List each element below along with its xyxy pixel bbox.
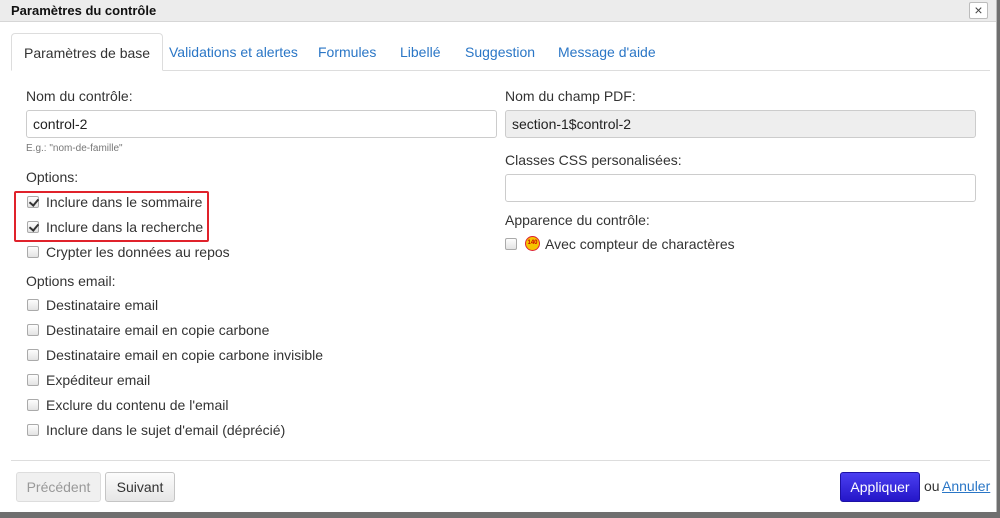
email-cc-label: Destinataire email en copie carbone bbox=[46, 322, 270, 338]
email-sender-checkbox[interactable] bbox=[27, 374, 39, 386]
tab-label[interactable]: Libellé bbox=[400, 33, 440, 71]
include-search-checkbox[interactable] bbox=[27, 221, 39, 233]
exclude-email-checkbox[interactable] bbox=[27, 399, 39, 411]
pdf-field-input: section-1$control-2 bbox=[505, 110, 976, 138]
tab-formulas[interactable]: Formules bbox=[318, 33, 376, 71]
control-settings-dialog: Paramètres du contrôle × Paramètres de b… bbox=[0, 0, 997, 512]
apply-button[interactable]: Appliquer bbox=[840, 472, 920, 502]
previous-button[interactable]: Précédent bbox=[16, 472, 101, 502]
page-bottom-bar bbox=[0, 512, 1000, 518]
email-options-label: Options email: bbox=[26, 273, 116, 289]
css-classes-label: Classes CSS personalisées: bbox=[505, 152, 682, 168]
email-subject-checkbox[interactable] bbox=[27, 424, 39, 436]
appearance-label: Apparence du contrôle: bbox=[505, 212, 650, 228]
cancel-link[interactable]: Annuler bbox=[942, 478, 990, 494]
email-recipient-checkbox[interactable] bbox=[27, 299, 39, 311]
tab-suggestion[interactable]: Suggestion bbox=[465, 33, 535, 71]
email-sender-label: Expéditeur email bbox=[46, 372, 151, 388]
include-search-label: Inclure dans la recherche bbox=[46, 219, 204, 235]
email-bcc-checkbox[interactable] bbox=[27, 349, 39, 361]
character-counter-checkbox[interactable] bbox=[505, 238, 517, 250]
email-cc-checkbox[interactable] bbox=[27, 324, 39, 336]
encrypt-data-label: Crypter les données au repos bbox=[46, 244, 230, 260]
or-text: ou bbox=[924, 478, 940, 494]
include-summary-label: Inclure dans le sommaire bbox=[46, 194, 203, 210]
email-bcc-label: Destinataire email en copie carbone invi… bbox=[46, 347, 324, 363]
character-counter-icon: 140 bbox=[525, 236, 540, 251]
character-counter-label: Avec compteur de charactères bbox=[545, 236, 735, 252]
css-classes-input[interactable] bbox=[505, 174, 976, 202]
exclude-email-label: Exclure du contenu de l'email bbox=[46, 397, 229, 413]
tab-help-message[interactable]: Message d'aide bbox=[558, 33, 656, 71]
options-label: Options: bbox=[26, 169, 79, 185]
close-icon: × bbox=[974, 2, 983, 18]
dialog-title: Paramètres du contrôle bbox=[11, 3, 157, 18]
include-summary-checkbox[interactable] bbox=[27, 196, 39, 208]
pdf-field-label: Nom du champ PDF: bbox=[505, 88, 636, 104]
control-name-label: Nom du contrôle: bbox=[26, 88, 133, 104]
footer-divider bbox=[11, 460, 990, 461]
close-button[interactable]: × bbox=[969, 2, 988, 19]
dialog-titlebar: Paramètres du contrôle × bbox=[0, 0, 996, 22]
email-subject-label: Inclure dans le sujet d'email (déprécié) bbox=[46, 422, 286, 438]
tab-bar: Paramètres de base Validations et alerte… bbox=[11, 33, 990, 71]
control-name-input[interactable]: control-2 bbox=[26, 110, 497, 138]
next-button[interactable]: Suivant bbox=[105, 472, 175, 502]
control-name-hint: E.g.: "nom-de-famille" bbox=[26, 143, 123, 154]
tab-basic-settings[interactable]: Paramètres de base bbox=[11, 33, 164, 71]
tab-validations[interactable]: Validations et alertes bbox=[169, 33, 298, 71]
email-recipient-label: Destinataire email bbox=[46, 297, 159, 313]
encrypt-data-checkbox[interactable] bbox=[27, 246, 39, 258]
